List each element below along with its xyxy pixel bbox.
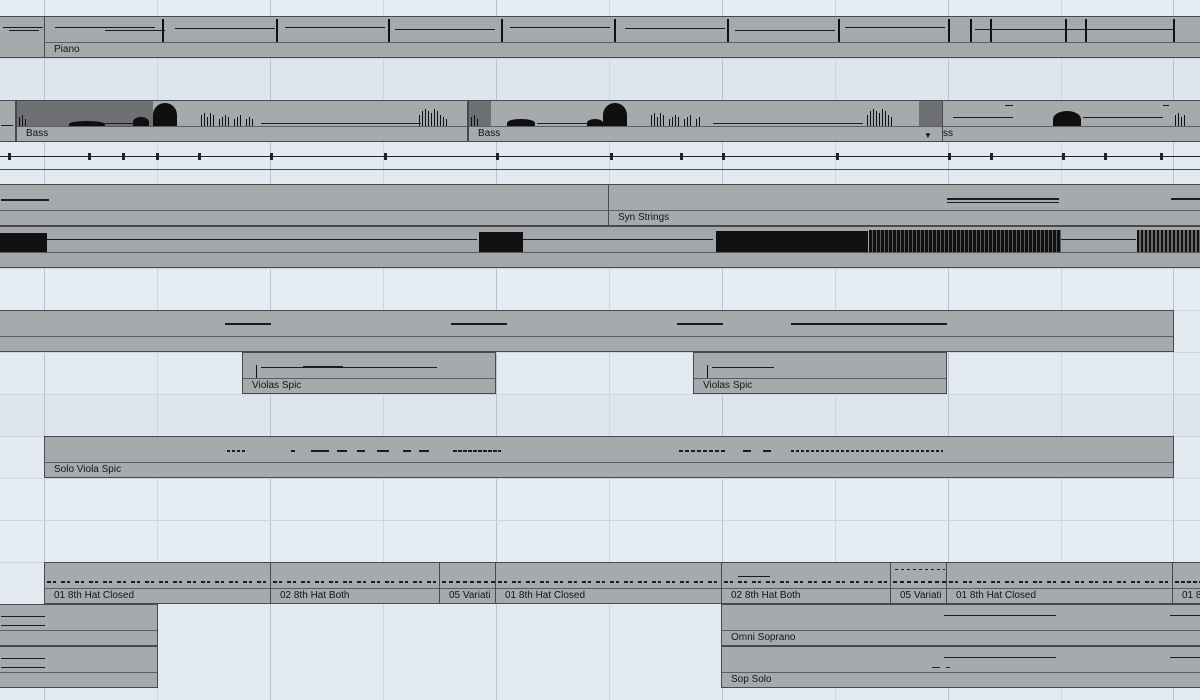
part-label: Syn Strings — [618, 212, 670, 223]
part-label: Sop Solo — [731, 674, 772, 685]
part-label: Solo Viola Spic — [54, 464, 122, 475]
part-label: 01 8th Hat Closed — [54, 590, 135, 601]
part-label: ss — [943, 128, 953, 139]
midi-part-omni-soprano[interactable]: Omni Soprano — [721, 604, 1200, 646]
arrange-window: Piano Bass Bass ▼ ss Syn Strings Violas … — [0, 0, 1200, 700]
lane-empty-1 — [0, 58, 1200, 100]
lane-separator — [0, 169, 1200, 170]
midi-part[interactable] — [0, 310, 1174, 352]
drum-part[interactable]: 05 Variati — [439, 562, 497, 604]
drum-part[interactable]: 02 8th Hat Both — [270, 562, 441, 604]
part-label: Violas Spic — [703, 380, 753, 391]
lane-separator — [0, 58, 1200, 59]
part-label: Violas Spic — [252, 380, 302, 391]
lane-empty-2 — [0, 268, 1200, 310]
part-label: 02 8th Hat Both — [731, 590, 801, 601]
lane-separator — [0, 352, 1200, 353]
midi-part[interactable] — [0, 604, 158, 646]
midi-part[interactable] — [0, 100, 16, 142]
audio-event[interactable] — [0, 226, 1200, 268]
part-label: 01 8th Hat Closed — [505, 590, 586, 601]
midi-part-violas-spic[interactable]: Violas Spic — [242, 352, 496, 394]
lane-empty-3 — [0, 394, 1200, 436]
lane-separator — [0, 394, 1200, 395]
drum-part[interactable]: 05 Variati — [890, 562, 948, 604]
midi-part-syn-strings[interactable]: Syn Strings — [608, 184, 1200, 226]
lane-separator — [0, 268, 1200, 269]
midi-part-bass[interactable]: Bass ▼ — [468, 100, 944, 142]
drum-part[interactable]: 01 8th Hat Closed — [946, 562, 1174, 604]
chevron-down-icon[interactable]: ▼ — [924, 132, 932, 140]
drum-part[interactable]: 02 8th Hat Both — [721, 562, 892, 604]
midi-part[interactable] — [0, 646, 158, 688]
lane-separator — [0, 478, 1200, 479]
midi-part-solo-viola-spic[interactable]: Solo Viola Spic — [44, 436, 1174, 478]
automation-lane — [0, 143, 1200, 169]
part-label: 05 Variati — [449, 590, 491, 601]
midi-part[interactable] — [0, 16, 46, 58]
lane-separator — [0, 520, 1200, 521]
midi-part-bass[interactable]: ss — [942, 100, 1200, 142]
part-label: Bass — [478, 128, 501, 139]
midi-part[interactable] — [0, 184, 610, 226]
midi-part-piano[interactable]: Piano — [44, 16, 1200, 58]
drum-part[interactable]: 01 8th Hat Closed — [44, 562, 272, 604]
part-label: 05 Variati — [900, 590, 942, 601]
part-label: 01 8 — [1182, 590, 1200, 601]
part-label: Bass — [26, 128, 49, 139]
drum-part[interactable]: 01 8th Hat Closed — [495, 562, 723, 604]
part-label: 01 8th Hat Closed — [956, 590, 1037, 601]
drum-part[interactable]: 01 8 — [1172, 562, 1200, 604]
part-label: Piano — [54, 44, 80, 55]
midi-part-bass[interactable]: Bass — [16, 100, 468, 142]
part-label: Omni Soprano — [731, 632, 796, 643]
midi-part-sop-solo[interactable]: Sop Solo — [721, 646, 1200, 688]
part-label: 02 8th Hat Both — [280, 590, 350, 601]
midi-part-violas-spic[interactable]: Violas Spic — [693, 352, 947, 394]
